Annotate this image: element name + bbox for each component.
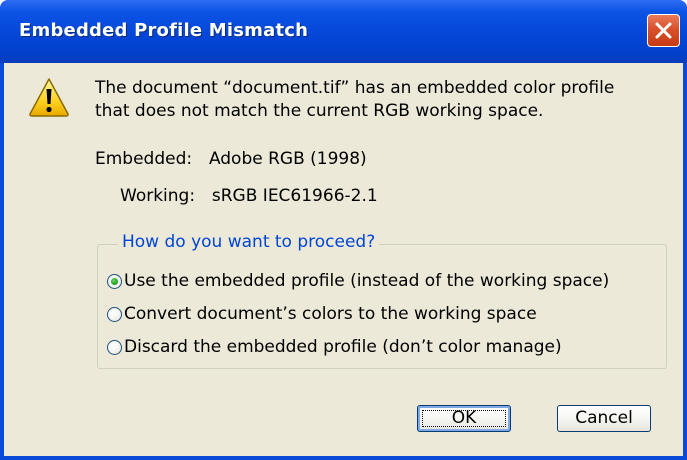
close-icon [655, 22, 672, 39]
embedded-profile-row: Embedded: Adobe RGB (1998) [95, 149, 367, 169]
radio-use-embedded[interactable]: Use the embedded profile (instead of the… [107, 268, 609, 294]
radio-convert-colors[interactable]: Convert document’s colors to the working… [107, 301, 537, 327]
embedded-label: Embedded: [95, 149, 193, 169]
radio-label-discard-profile: Discard the embedded profile (don’t colo… [124, 337, 562, 357]
cancel-button[interactable]: Cancel [557, 405, 651, 432]
embedded-value: Adobe RGB (1998) [208, 149, 367, 169]
radio-discard-profile[interactable]: Discard the embedded profile (don’t colo… [107, 334, 562, 360]
close-button[interactable] [647, 14, 680, 47]
ok-button[interactable]: OK [417, 405, 511, 432]
window-title: Embedded Profile Mismatch [19, 20, 309, 41]
dialog-window: Embedded Profile Mismatch The document “… [0, 0, 687, 460]
message-text: The document “document.tif” has an embed… [95, 77, 665, 123]
working-label: Working: [120, 186, 196, 206]
radio-button-discard-profile[interactable] [107, 339, 122, 355]
working-profile-row: Working: sRGB IEC61966-2.1 [120, 186, 378, 206]
proceed-options-legend: How do you want to proceed? [118, 232, 380, 252]
radio-label-convert-colors: Convert document’s colors to the working… [124, 304, 537, 324]
ok-focus-rect [422, 410, 506, 427]
radio-button-use-embedded[interactable] [107, 273, 122, 289]
title-bar[interactable]: Embedded Profile Mismatch [0, 0, 687, 63]
message-line-2: that does not match the current RGB work… [95, 101, 544, 121]
working-value: sRGB IEC61966-2.1 [211, 186, 378, 206]
cancel-button-label: Cancel [575, 408, 633, 428]
message-line-1: The document “document.tif” has an embed… [95, 78, 615, 98]
radio-button-convert-colors[interactable] [107, 306, 122, 322]
radio-label-use-embedded: Use the embedded profile (instead of the… [124, 271, 610, 291]
warning-icon [29, 78, 69, 117]
